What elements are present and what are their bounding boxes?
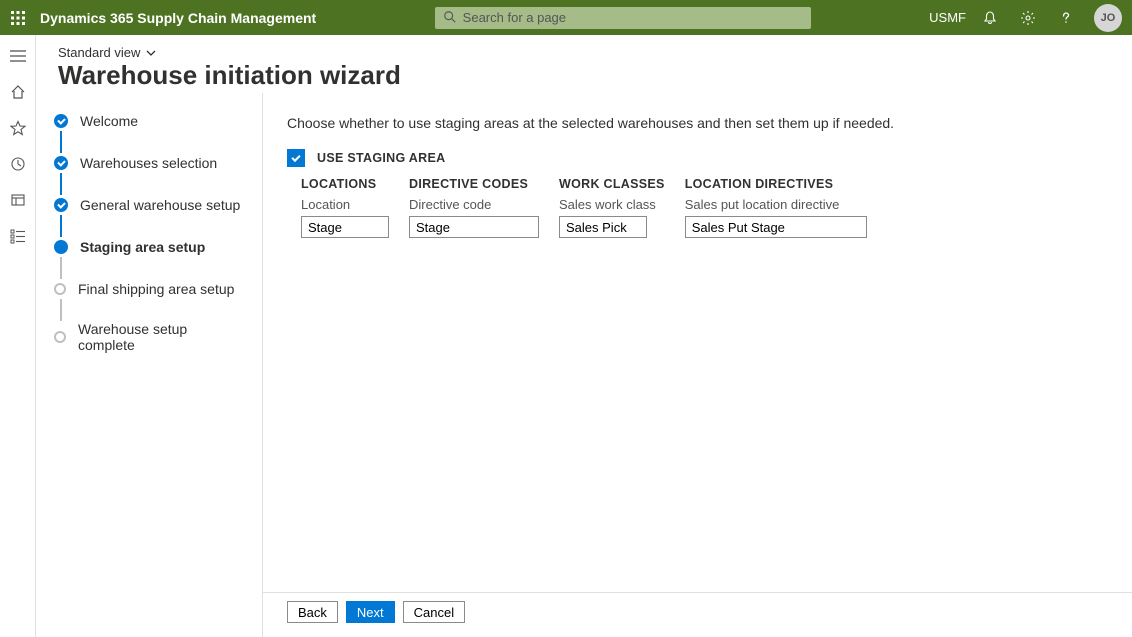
label-directive-code: Directive code [409,197,539,212]
back-button[interactable]: Back [287,601,338,623]
col-head-location-directives: LOCATION DIRECTIVES [685,177,867,191]
col-location-directives: LOCATION DIRECTIVES Sales put location d… [685,177,867,238]
input-location[interactable] [301,216,389,238]
left-rail [0,35,36,637]
use-staging-area-checkbox[interactable] [287,149,305,167]
wizard-footer: Back Next Cancel [287,601,465,623]
col-locations: LOCATIONS Location [301,177,389,238]
cancel-button[interactable]: Cancel [403,601,465,623]
step-staging-area-setup[interactable]: Staging area setup [54,237,244,257]
bell-icon[interactable] [976,4,1004,32]
company-label[interactable]: USMF [929,10,966,25]
label-location: Location [301,197,389,212]
content-area: Welcome Warehouses selection General war… [36,93,1132,637]
app-title: Dynamics 365 Supply Chain Management [40,10,316,26]
gear-icon[interactable] [1014,4,1042,32]
avatar[interactable]: JO [1094,4,1122,32]
field-columns: LOCATIONS Location DIRECTIVE CODES Direc… [301,177,1108,238]
col-directive-codes: DIRECTIVE CODES Directive code [409,177,539,238]
step-welcome[interactable]: Welcome [54,111,244,131]
input-directive-code[interactable] [409,216,539,238]
label-sales-work-class: Sales work class [559,197,665,212]
main-panel: Choose whether to use staging areas at t… [263,93,1132,637]
step-general-warehouse-setup[interactable]: General warehouse setup [54,195,244,215]
clock-icon[interactable] [4,153,32,175]
step-warehouses-selection[interactable]: Warehouses selection [54,153,244,173]
footer-divider [263,592,1132,593]
search-container [435,7,811,29]
chevron-down-icon [146,50,156,56]
modules-icon[interactable] [4,225,32,247]
page-title: Warehouse initiation wizard [58,60,1110,91]
hamburger-icon[interactable] [4,45,32,67]
search-icon [443,10,457,24]
input-sales-work-class[interactable] [559,216,647,238]
col-head-locations: LOCATIONS [301,177,389,191]
search-input[interactable] [435,7,811,29]
label-sales-put-location-directive: Sales put location directive [685,197,867,212]
waffle-icon[interactable] [10,10,26,26]
help-icon[interactable] [1052,4,1080,32]
input-sales-put-location-directive[interactable] [685,216,867,238]
workspace-icon[interactable] [4,189,32,211]
wizard-steps-panel: Welcome Warehouses selection General war… [36,93,263,637]
use-staging-area-row: USE STAGING AREA [287,149,1108,167]
step-final-shipping-area-setup[interactable]: Final shipping area setup [54,279,244,299]
star-icon[interactable] [4,117,32,139]
use-staging-area-label: USE STAGING AREA [317,151,445,165]
next-button[interactable]: Next [346,601,395,623]
top-header: Dynamics 365 Supply Chain Management USM… [0,0,1132,35]
view-label-text: Standard view [58,45,140,60]
col-head-directive-codes: DIRECTIVE CODES [409,177,539,191]
col-head-work-classes: WORK CLASSES [559,177,665,191]
view-selector[interactable]: Standard view [58,45,156,60]
step-warehouse-setup-complete[interactable]: Warehouse setup complete [54,321,244,353]
instruction-text: Choose whether to use staging areas at t… [287,115,1108,131]
col-work-classes: WORK CLASSES Sales work class [559,177,665,238]
home-icon[interactable] [4,81,32,103]
